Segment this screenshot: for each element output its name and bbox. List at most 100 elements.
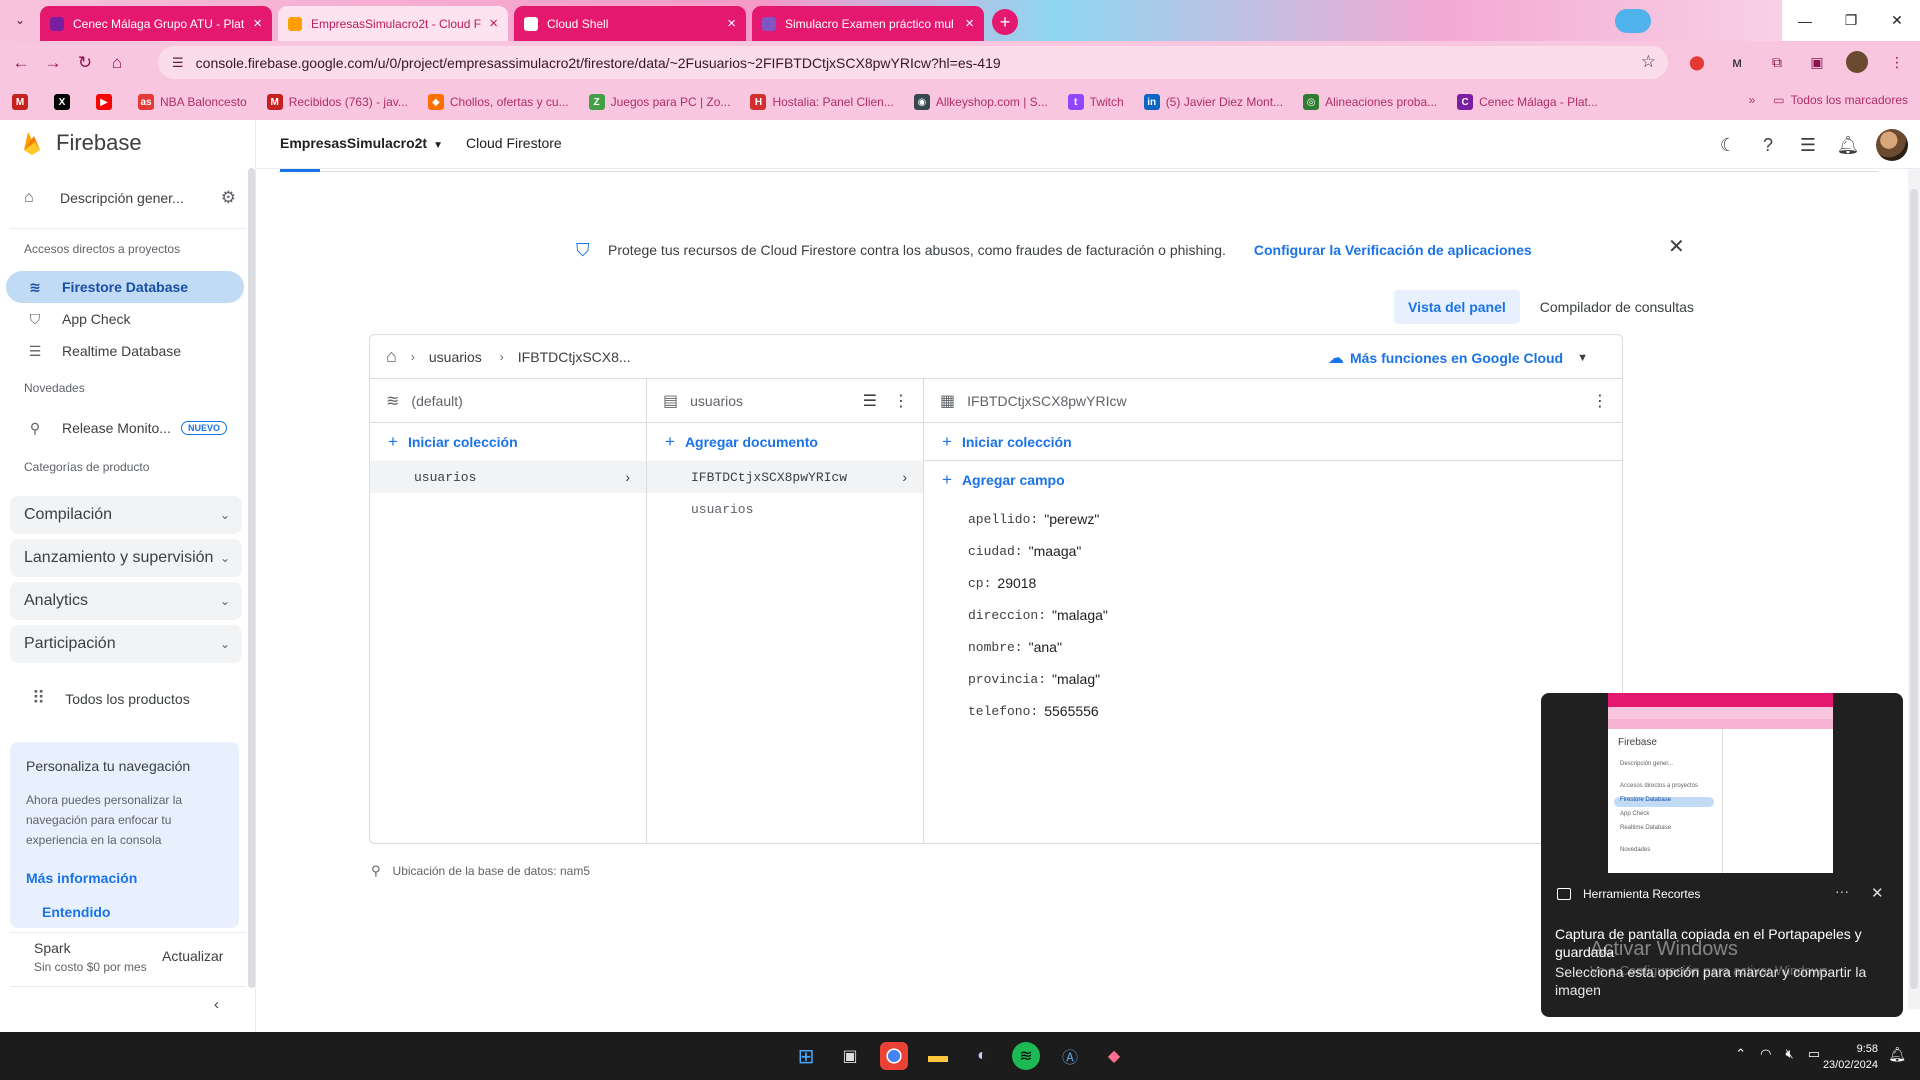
restore-icon[interactable]: ❐ [1828,0,1874,41]
add-document-button[interactable]: + Agregar documento [647,423,923,461]
file-explorer-icon[interactable]: ▬ [924,1042,952,1070]
category-analytics[interactable]: Analytics ⌄ [10,582,242,620]
document-item[interactable]: usuarios [647,493,923,525]
bookmark-item[interactable]: ▶ [96,94,118,110]
filter-icon[interactable]: ☰ [863,391,877,411]
add-field-button[interactable]: + Agregar campo [924,461,1622,499]
menu-kebab-icon[interactable]: ⋮ [1884,49,1910,75]
field-row[interactable]: cp: 29018 [968,567,1622,599]
field-row[interactable]: apellido: "perewz" [968,503,1622,535]
close-icon[interactable]: ✕ [1668,234,1685,259]
bookmark-item[interactable]: ◉ Allkeyshop.com | S... [913,94,1048,110]
collapse-sidebar-icon[interactable]: ‹ [214,996,219,1013]
home-icon[interactable]: ⌂ [386,346,397,367]
volume-muted-icon[interactable]: 🔇︎ [1786,1046,1794,1062]
all-bookmarks[interactable]: » ▭ Todos los marcadores [1749,93,1908,107]
all-products-link[interactable]: ⠿ Todos los productos [32,688,190,709]
project-selector[interactable]: EmpresasSimulacro2t ▼ [280,135,443,151]
url-input[interactable]: ☰ console.firebase.google.com/u/0/projec… [158,46,1668,79]
notifications-bell-icon[interactable]: 🔔︎ [1836,131,1860,159]
system-clock[interactable]: 9:58 23/02/2024 [1823,1041,1878,1073]
home-icon[interactable]: ⌂ [102,48,132,78]
notification-center-icon[interactable]: 🔔︎ [1888,1046,1906,1063]
chrome-icon[interactable] [880,1042,908,1070]
configure-app-check-link[interactable]: Configurar la Verificación de aplicacion… [1254,242,1532,258]
puzzle-icon[interactable]: ⧉ [1764,49,1790,75]
tab-close-icon[interactable]: × [489,16,498,31]
site-info-icon[interactable]: ☰ [172,55,184,71]
got-it-button[interactable]: Entendido [26,904,223,920]
field-row[interactable]: nombre: "ana" [968,631,1622,663]
gear-icon[interactable]: ⚙ [221,188,236,208]
sidebar-item-app-check[interactable]: ⛉ App Check [6,303,244,335]
firebase-logo[interactable]: Firebase [22,130,142,156]
spotify-icon[interactable]: ≋ [1012,1042,1040,1070]
bookmark-item[interactable]: C Cenec Málaga - Plat... [1457,94,1598,110]
sidebar-item-firestore[interactable]: ≋ Firestore Database [6,271,244,303]
start-subcollection-button[interactable]: + Iniciar colección [924,423,1622,461]
reload-icon[interactable]: ↻ [70,48,100,78]
more-vert-icon[interactable]: ⋮ [893,391,909,411]
dark-mode-icon[interactable]: ☾ [1716,131,1740,159]
snipping-tool-notification[interactable]: Firebase Descripción gener... Accesos di… [1541,693,1903,1017]
release-notes-icon[interactable]: ☰ [1796,131,1820,159]
screenshot-thumbnail[interactable]: Firebase Descripción gener... Accesos di… [1608,693,1833,873]
browser-tab-2[interactable]: EmpresasSimulacro2t - Cloud F × [278,6,508,41]
collection-item[interactable]: usuarios › [370,461,646,493]
profile-avatar-icon[interactable] [1844,49,1870,75]
browser-tab-1[interactable]: Cenec Málaga Grupo ATU - Plat × [40,6,272,41]
breadcrumb-collection[interactable]: usuarios [429,349,482,365]
wifi-icon[interactable]: ◠ [1760,1046,1771,1062]
bookmark-item[interactable]: t Twitch [1067,94,1124,110]
app-icon[interactable]: ◆ [1100,1042,1128,1070]
upgrade-button[interactable]: Actualizar [162,948,223,964]
forward-icon[interactable]: → [38,48,68,78]
more-options-icon[interactable]: ··· [1835,883,1849,899]
sidebar-item-realtime-db[interactable]: ☰ Realtime Database [6,335,244,367]
opera-extension-icon[interactable]: ⬤ [1684,49,1710,75]
field-row[interactable]: provincia: "malag" [968,663,1622,695]
sidebar-scrollbar[interactable] [248,168,255,988]
learn-more-link[interactable]: Más información [26,870,223,886]
back-icon[interactable]: ← [6,48,36,78]
field-row[interactable]: telefono: 5565556 [968,695,1622,727]
more-vert-icon[interactable]: ⋮ [1592,391,1608,411]
tab-panel-view[interactable]: Vista del panel [1394,290,1520,324]
battery-icon[interactable]: ▭ [1808,1046,1820,1062]
bookmark-item[interactable]: as NBA Baloncesto [138,94,247,110]
breadcrumb-document[interactable]: IFBTDCtjxSCX8... [518,349,631,365]
help-icon[interactable]: ? [1756,131,1780,159]
extension-icon[interactable]: ᴍ [1724,49,1750,75]
browser-tab-3[interactable]: Cloud Shell × [514,6,746,41]
start-collection-button[interactable]: + Iniciar colección [370,423,646,461]
bookmark-item[interactable]: X [54,94,76,110]
chevron-up-icon[interactable]: ⌃ [1735,1046,1746,1062]
account-avatar[interactable] [1876,129,1908,161]
tab-search-button[interactable]: ⌄ [6,8,34,32]
field-row[interactable]: direccion: "malaga" [968,599,1622,631]
main-scrollbar[interactable] [1908,169,1920,1009]
tab-query-builder[interactable]: Compilador de consultas [1526,290,1708,324]
sidebar-item-release-monitoring[interactable]: ⚲ Release Monito... NUEVO [6,410,244,446]
tab-close-icon[interactable]: × [727,16,736,31]
category-engage[interactable]: Participación ⌄ [10,625,242,663]
category-release[interactable]: Lanzamiento y supervisión ⌄ [10,539,242,577]
bookmark-star-icon[interactable]: ☆ [1641,52,1656,72]
new-tab-button[interactable]: + [992,9,1018,35]
close-icon[interactable]: ✕ [1871,884,1884,902]
task-view-icon[interactable]: ▣ [836,1042,864,1070]
app-icon[interactable]: ◐ [968,1042,996,1070]
bookmark-item[interactable]: ◆ Chollos, ofertas y cu... [427,94,569,110]
bookmark-item[interactable]: M [12,94,34,110]
bookmark-item[interactable]: ◎ Alineaciones proba... [1303,94,1437,110]
tab-close-icon[interactable]: × [965,16,974,31]
field-row[interactable]: ciudad: "maaga" [968,535,1622,567]
minimize-icon[interactable]: — [1782,0,1828,41]
scrollbar-thumb[interactable] [1910,189,1918,989]
more-bookmarks-icon[interactable]: » [1749,93,1756,107]
document-item[interactable]: IFBTDCtjxSCX8pwYRIcw › [647,461,923,493]
sidebar-item-overview[interactable]: ⌂ Descripción gener... ⚙ [10,180,236,216]
bookmark-item[interactable]: M Recibidos (763) - jav... [266,94,408,110]
close-window-icon[interactable]: ✕ [1874,0,1920,41]
google-cloud-link[interactable]: ☁ Más funciones en Google Cloud ▼ [1328,348,1588,368]
